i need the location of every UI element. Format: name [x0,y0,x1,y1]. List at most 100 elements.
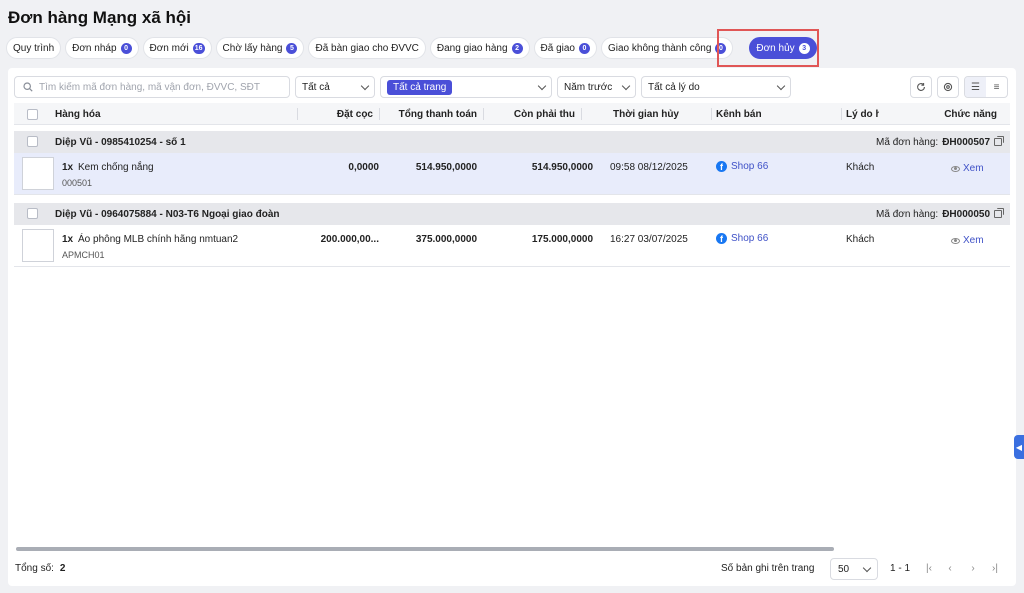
tab-label: Đang giao hàng [436,42,508,54]
table-footer: Tổng số: 2 Số bản ghi trên trang 50 1 - 1… [8,558,1016,580]
product-name: Kem chống nắng [78,162,154,173]
tab-delivery-failed[interactable]: Giao không thành công 0 [600,37,734,59]
chevron-down-icon [537,81,547,90]
per-page-value: 50 [838,563,850,575]
product-sku: APMCH01 [62,250,105,260]
select-all-checkbox[interactable] [27,108,38,120]
last-page-icon: ›| [992,562,998,574]
copy-icon[interactable] [994,136,1004,146]
search-input[interactable] [39,81,279,93]
table-header: Hàng hóa Đặt cọc Tổng thanh toán Còn phả… [14,103,1010,125]
chevron-down-icon [621,81,631,90]
facebook-icon: f [716,233,727,244]
tab-delivered[interactable]: Đã giao 0 [533,37,597,59]
orders-panel: Tất cả Tất cả trang Năm trước Tất cả lý … [8,68,1016,586]
tab-label: Chờ lấy hàng [222,42,283,54]
period-select[interactable]: Năm trước [557,76,636,98]
view-label: Xem [963,163,984,174]
deposit-value: 200.000,00... [320,234,379,245]
cancel-time: 16:27 03/07/2025 [610,234,688,245]
col-deposit: Đặt cọc [297,103,380,125]
horizontal-scrollbar[interactable] [16,547,834,551]
count-badge: 0 [715,42,727,54]
list-view-button[interactable]: ≡ [986,77,1007,97]
card-view-button[interactable]: ☰ [965,77,986,97]
tab-shipping[interactable]: Đang giao hàng 2 [429,37,530,59]
tab-workflow[interactable]: Quy trình [6,37,62,59]
order-group: Diệp Vũ - 0964075884 - N03-T6 Ngoại giao… [14,203,1010,268]
side-panel-toggle[interactable]: ◀ [1014,435,1024,459]
chevron-right-icon: › [971,562,975,574]
reason-select[interactable]: Tất cả lý do [641,76,791,98]
per-page-select[interactable]: 50 [830,558,878,580]
refresh-button[interactable] [910,76,932,98]
status-tabs: Quy trình Đơn nháp 0 Đơn mới 16 Chờ lấy hà… [6,37,817,59]
last-page-button[interactable]: ›| [988,561,1002,575]
tab-handed-to-carrier[interactable]: Đã bàn giao cho ĐVVC [308,37,426,59]
next-page-button[interactable]: › [966,561,980,575]
order-checkbox[interactable] [27,208,38,219]
tab-label: Đơn nháp [72,42,117,54]
tab-label: Đơn mới [149,42,189,54]
copy-icon[interactable] [994,208,1004,218]
table-row[interactable]: 1x Áo phông MLB chính hãng nmtuan2 APMCH… [14,225,1010,267]
col-remaining: Còn phải thu [483,103,582,125]
reason-select-value: Tất cả lý do [648,81,700,93]
product-name: Áo phông MLB chính hãng nmtuan2 [78,234,239,245]
view-label: Xem [963,235,984,246]
tab-label: Giao không thành công [607,42,712,54]
tab-label: Đã giao [540,42,575,54]
page-range: 1 - 1 [890,563,911,574]
table-row[interactable]: 1x Kem chống nắng 000501 0,0000 514.950,… [14,153,1010,195]
view-toggle: ☰ ≡ [964,76,1008,98]
order-checkbox[interactable] [27,136,38,147]
tab-draft[interactable]: Đơn nháp 0 [65,37,139,59]
tab-new[interactable]: Đơn mới 16 [142,37,212,59]
order-id-value: ĐH000050 [942,208,990,220]
sales-channel-link[interactable]: f Shop 66 [716,161,768,172]
chevron-down-icon [360,81,370,90]
tab-awaiting-pickup[interactable]: Chờ lấy hàng 5 [215,37,305,59]
count-badge: 16 [192,42,205,54]
facebook-icon: f [716,161,727,172]
order-group-header: Diệp Vũ - 0985410254 - số 1 Mã đơn hàng:… [14,131,1010,153]
per-page-label: Số bản ghi trên trang [721,563,815,574]
page-select[interactable]: Tất cả trang [380,76,552,98]
list-view-icon: ≡ [993,81,1000,93]
settings-button[interactable] [937,76,959,98]
search-box [14,76,290,98]
deposit-value: 0,0000 [348,162,379,173]
first-page-button[interactable]: |‹ [922,561,936,575]
select-all-cell [27,103,38,125]
prev-page-button[interactable]: ‹ [943,561,957,575]
col-channel: Kênh bán [711,103,842,125]
first-page-icon: |‹ [926,562,932,574]
chevron-down-icon [776,81,786,90]
view-button[interactable]: Xem [951,163,984,174]
sales-channel-link[interactable]: f Shop 66 [716,233,768,244]
order-id-value: ĐH000507 [942,136,990,148]
chevron-down-icon [862,563,872,572]
search-icon [23,82,33,92]
count-badge: 0 [578,42,590,54]
period-select-value: Năm trước [564,81,613,93]
status-select[interactable]: Tất cả [295,76,375,98]
card-view-icon: ☰ [971,81,980,93]
customer-info: Diệp Vũ - 0985410254 - số 1 [55,136,186,148]
count-badge: 5 [286,42,298,54]
total-label: Tổng số: [15,563,54,574]
order-id-label: Mã đơn hàng: [876,136,939,148]
channel-name: Shop 66 [731,233,769,244]
cancel-time: 09:58 08/12/2025 [610,162,688,173]
total-value: 514.950,0000 [415,162,477,173]
view-button[interactable]: Xem [951,235,984,246]
remaining-value: 175.000,0000 [531,234,593,245]
count-badge: 3 [798,42,810,54]
channel-name: Shop 66 [731,161,769,172]
order-id: Mã đơn hàng: ĐH000507 [876,136,1004,148]
settings-icon [943,82,953,92]
chevron-left-icon: ◀ [1015,442,1023,452]
cancel-reason: Khách [846,234,875,245]
tab-cancelled[interactable]: Đơn hủy 3 [749,37,817,59]
tab-label: Đơn hủy [756,42,795,54]
